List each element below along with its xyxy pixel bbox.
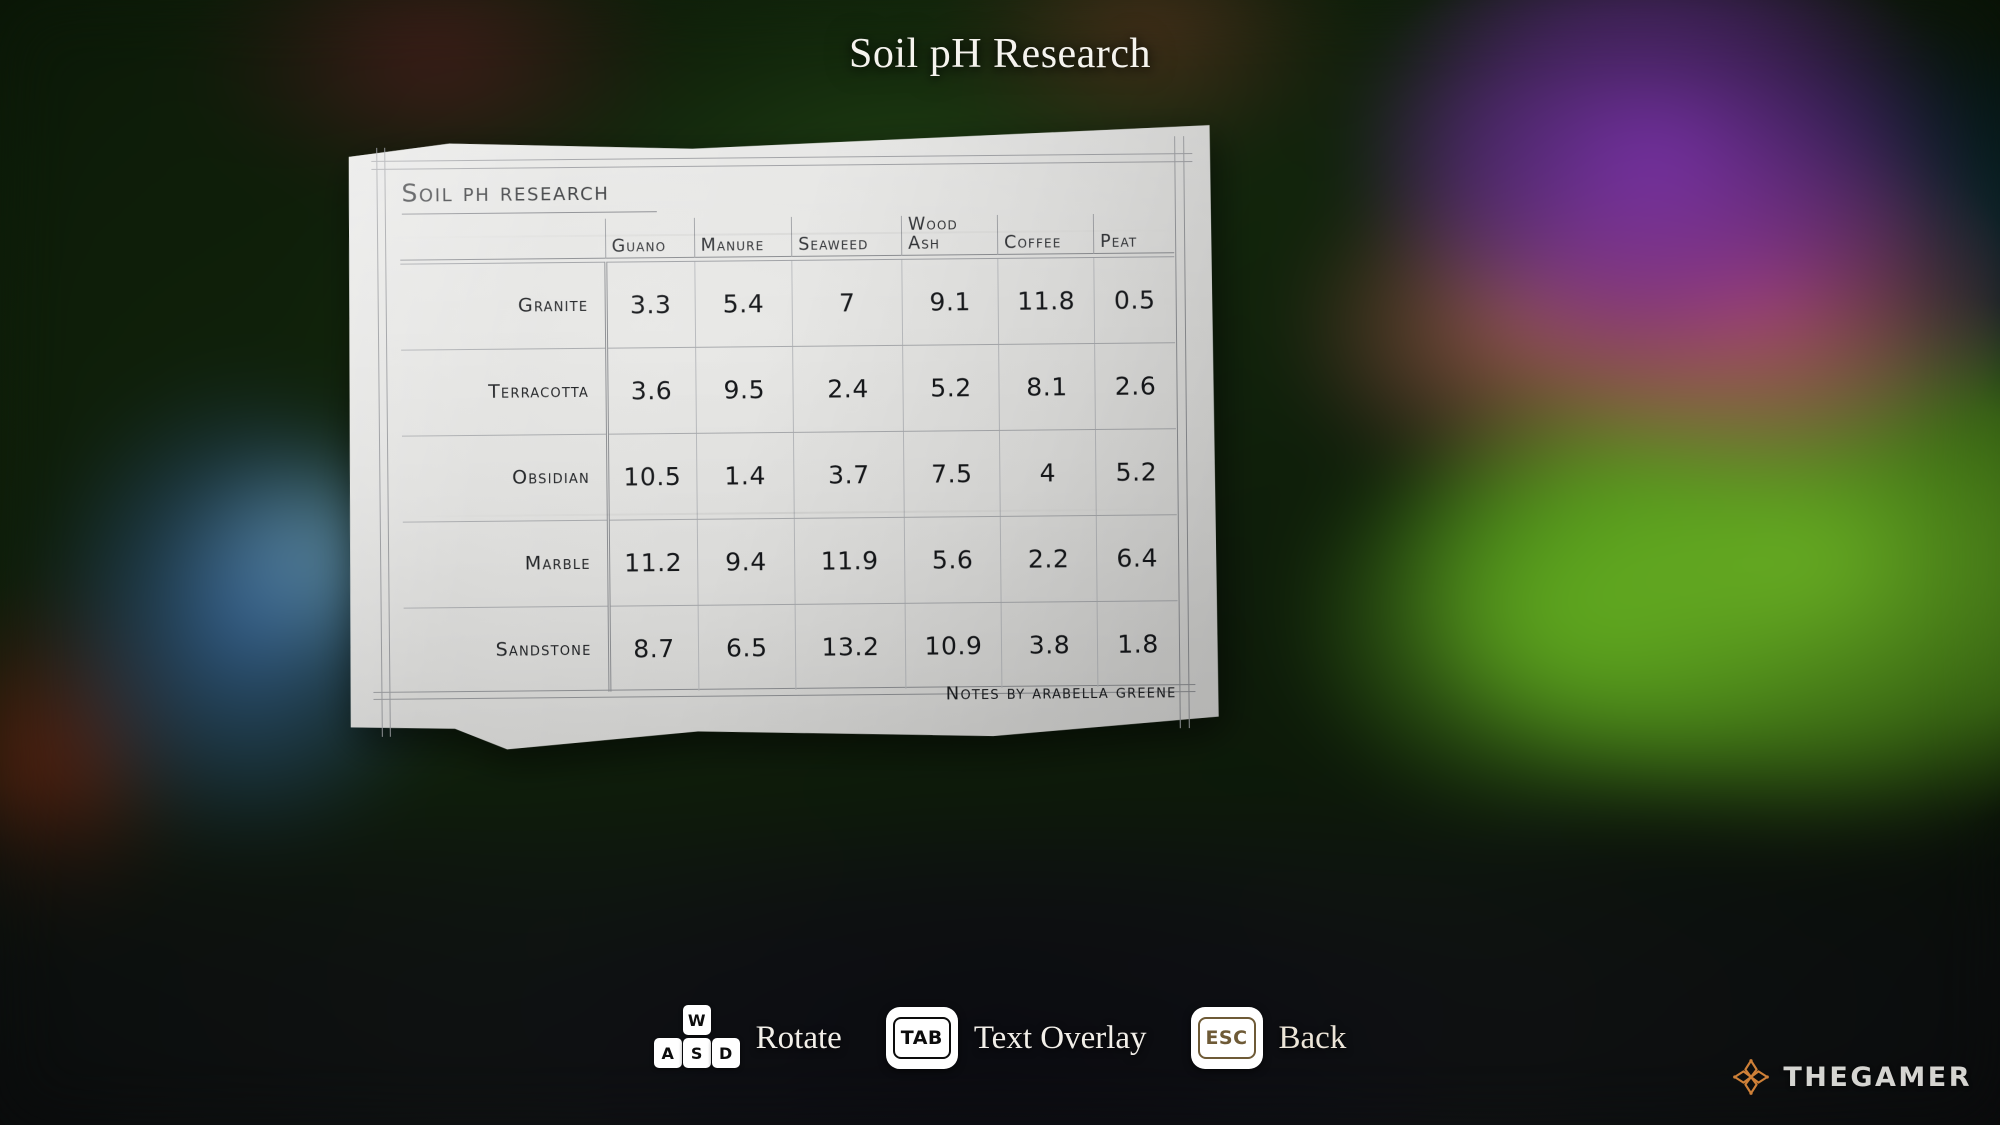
- cell-obsidian-guano: 10.5: [606, 433, 697, 520]
- cell-marble-seaweed: 11.9: [794, 517, 906, 605]
- cell-terracotta-manure: 9.5: [695, 346, 794, 434]
- cell-terracotta-wood-ash: 5.2: [902, 344, 1000, 432]
- column-header-wood-ash: Wood Ash: [901, 213, 998, 256]
- cell-sandstone-wood-ash: 10.9: [905, 602, 1002, 690]
- row-label-terracotta: Terracotta: [400, 347, 607, 436]
- cell-terracotta-coffee: 8.1: [998, 343, 1096, 431]
- key-s[interactable]: S: [682, 1038, 711, 1068]
- table-body: Granite 3.3 5.4 7 9.1 11.8 0.5 Terracott…: [400, 256, 1179, 694]
- control-label-rotate: Rotate: [755, 1019, 842, 1056]
- table-row: Granite 3.3 5.4 7 9.1 11.8 0.5: [400, 256, 1176, 350]
- cell-marble-peat: 6.4: [1096, 514, 1178, 602]
- control-hint-back[interactable]: ESC Back: [1190, 1007, 1347, 1069]
- column-header-manure-label: Manure: [700, 235, 765, 256]
- column-header-peat-label: Peat: [1100, 231, 1138, 253]
- note-author-credit: Notes by Arabella Greene: [945, 680, 1177, 704]
- cell-granite-manure: 5.4: [694, 260, 793, 348]
- column-header-peat: Peat: [1093, 212, 1175, 254]
- cell-terracotta-peat: 2.6: [1094, 342, 1177, 430]
- wasd-key-cluster[interactable]: W A S D: [653, 1005, 740, 1071]
- cell-obsidian-coffee: 4: [999, 429, 1097, 517]
- control-hint-text-overlay[interactable]: TAB Text Overlay: [885, 1007, 1147, 1069]
- cell-granite-coffee: 11.8: [997, 257, 1095, 345]
- column-header-manure: Manure: [693, 216, 792, 258]
- cell-sandstone-manure: 6.5: [697, 604, 796, 692]
- column-header-coffee-label: Coffee: [1004, 232, 1062, 253]
- cell-granite-seaweed: 7: [791, 259, 903, 347]
- column-header-wood-ash-line1: Wood: [907, 213, 958, 235]
- thegamer-logo-icon: [1733, 1059, 1770, 1095]
- column-header-guano-label: Guano: [611, 236, 667, 257]
- column-header-seaweed: Seaweed: [791, 215, 902, 257]
- key-a[interactable]: A: [653, 1038, 682, 1068]
- cell-obsidian-seaweed: 3.7: [793, 431, 905, 519]
- control-label-text-overlay: Text Overlay: [973, 1019, 1147, 1056]
- row-label-granite: Granite: [400, 261, 607, 350]
- key-w[interactable]: W: [682, 1005, 711, 1035]
- cell-terracotta-guano: 3.6: [606, 347, 696, 434]
- table-header: Guano Manure Seaweed Wood Ash: [400, 212, 1175, 264]
- cell-obsidian-wood-ash: 7.5: [903, 430, 1001, 518]
- table-row: Terracotta 3.6 9.5 2.4 5.2 8.1 2.6: [400, 342, 1177, 436]
- note-heading: Soil pH Research: [401, 176, 610, 208]
- control-hints-bar: W A S D Rotate TAB Text Overlay ESC Back: [0, 1005, 2000, 1071]
- control-hint-rotate[interactable]: W A S D Rotate: [653, 1005, 842, 1071]
- game-screen: Soil pH Research Soil pH Research Guano: [0, 0, 2000, 1125]
- table-header-row: Guano Manure Seaweed Wood Ash: [400, 212, 1175, 260]
- row-label-sandstone: Sandstone: [403, 605, 610, 694]
- control-label-back: Back: [1278, 1019, 1347, 1056]
- column-header-wood-ash-line2: Ash: [908, 233, 941, 254]
- cell-sandstone-seaweed: 13.2: [795, 603, 906, 691]
- cell-sandstone-peat: 1.8: [1097, 600, 1179, 688]
- cell-marble-coffee: 2.2: [1000, 515, 1098, 603]
- column-header-coffee: Coffee: [997, 213, 1094, 255]
- cell-granite-wood-ash: 9.1: [901, 258, 999, 346]
- table-row: Marble 11.2 9.4 11.9 5.6 2.2 6.4: [402, 514, 1178, 608]
- ph-data-table: Guano Manure Seaweed Wood Ash: [400, 212, 1179, 694]
- row-label-obsidian: Obsidian: [401, 433, 608, 522]
- cell-granite-guano: 3.3: [605, 261, 696, 348]
- key-esc[interactable]: ESC: [1190, 1007, 1263, 1069]
- column-header-guano: Guano: [604, 217, 695, 258]
- cell-obsidian-peat: 5.2: [1095, 428, 1177, 516]
- key-tab[interactable]: TAB: [885, 1007, 958, 1069]
- key-d[interactable]: D: [711, 1038, 740, 1068]
- cell-sandstone-coffee: 3.8: [1001, 601, 1098, 689]
- cell-obsidian-manure: 1.4: [695, 432, 795, 520]
- table-row: Obsidian 10.5 1.4 3.7 7.5 4 5.2: [401, 428, 1177, 522]
- cell-marble-wood-ash: 5.6: [904, 516, 1002, 604]
- cell-sandstone-guano: 8.7: [608, 605, 699, 692]
- key-tab-label: TAB: [892, 1017, 951, 1059]
- watermark-text: THEGAMER: [1783, 1061, 1972, 1093]
- cell-terracotta-seaweed: 2.4: [792, 345, 904, 433]
- site-watermark: THEGAMER: [1731, 1057, 1972, 1097]
- note-content: Soil pH Research Guano Manure Seaweed: [399, 171, 1179, 705]
- cell-granite-peat: 0.5: [1093, 256, 1176, 344]
- row-label-marble: Marble: [402, 519, 609, 608]
- table-row: Sandstone 8.7 6.5 13.2 10.9 3.8 1.8: [403, 600, 1179, 694]
- page-title: Soil pH Research: [849, 31, 1151, 77]
- table-corner-cell: [400, 218, 606, 260]
- key-esc-label: ESC: [1197, 1017, 1256, 1059]
- column-header-seaweed-label: Seaweed: [798, 234, 869, 255]
- note-paper[interactable]: Soil pH Research Guano Manure Seaweed: [345, 124, 1219, 752]
- cell-marble-guano: 11.2: [607, 519, 698, 606]
- cell-marble-manure: 9.4: [696, 518, 796, 606]
